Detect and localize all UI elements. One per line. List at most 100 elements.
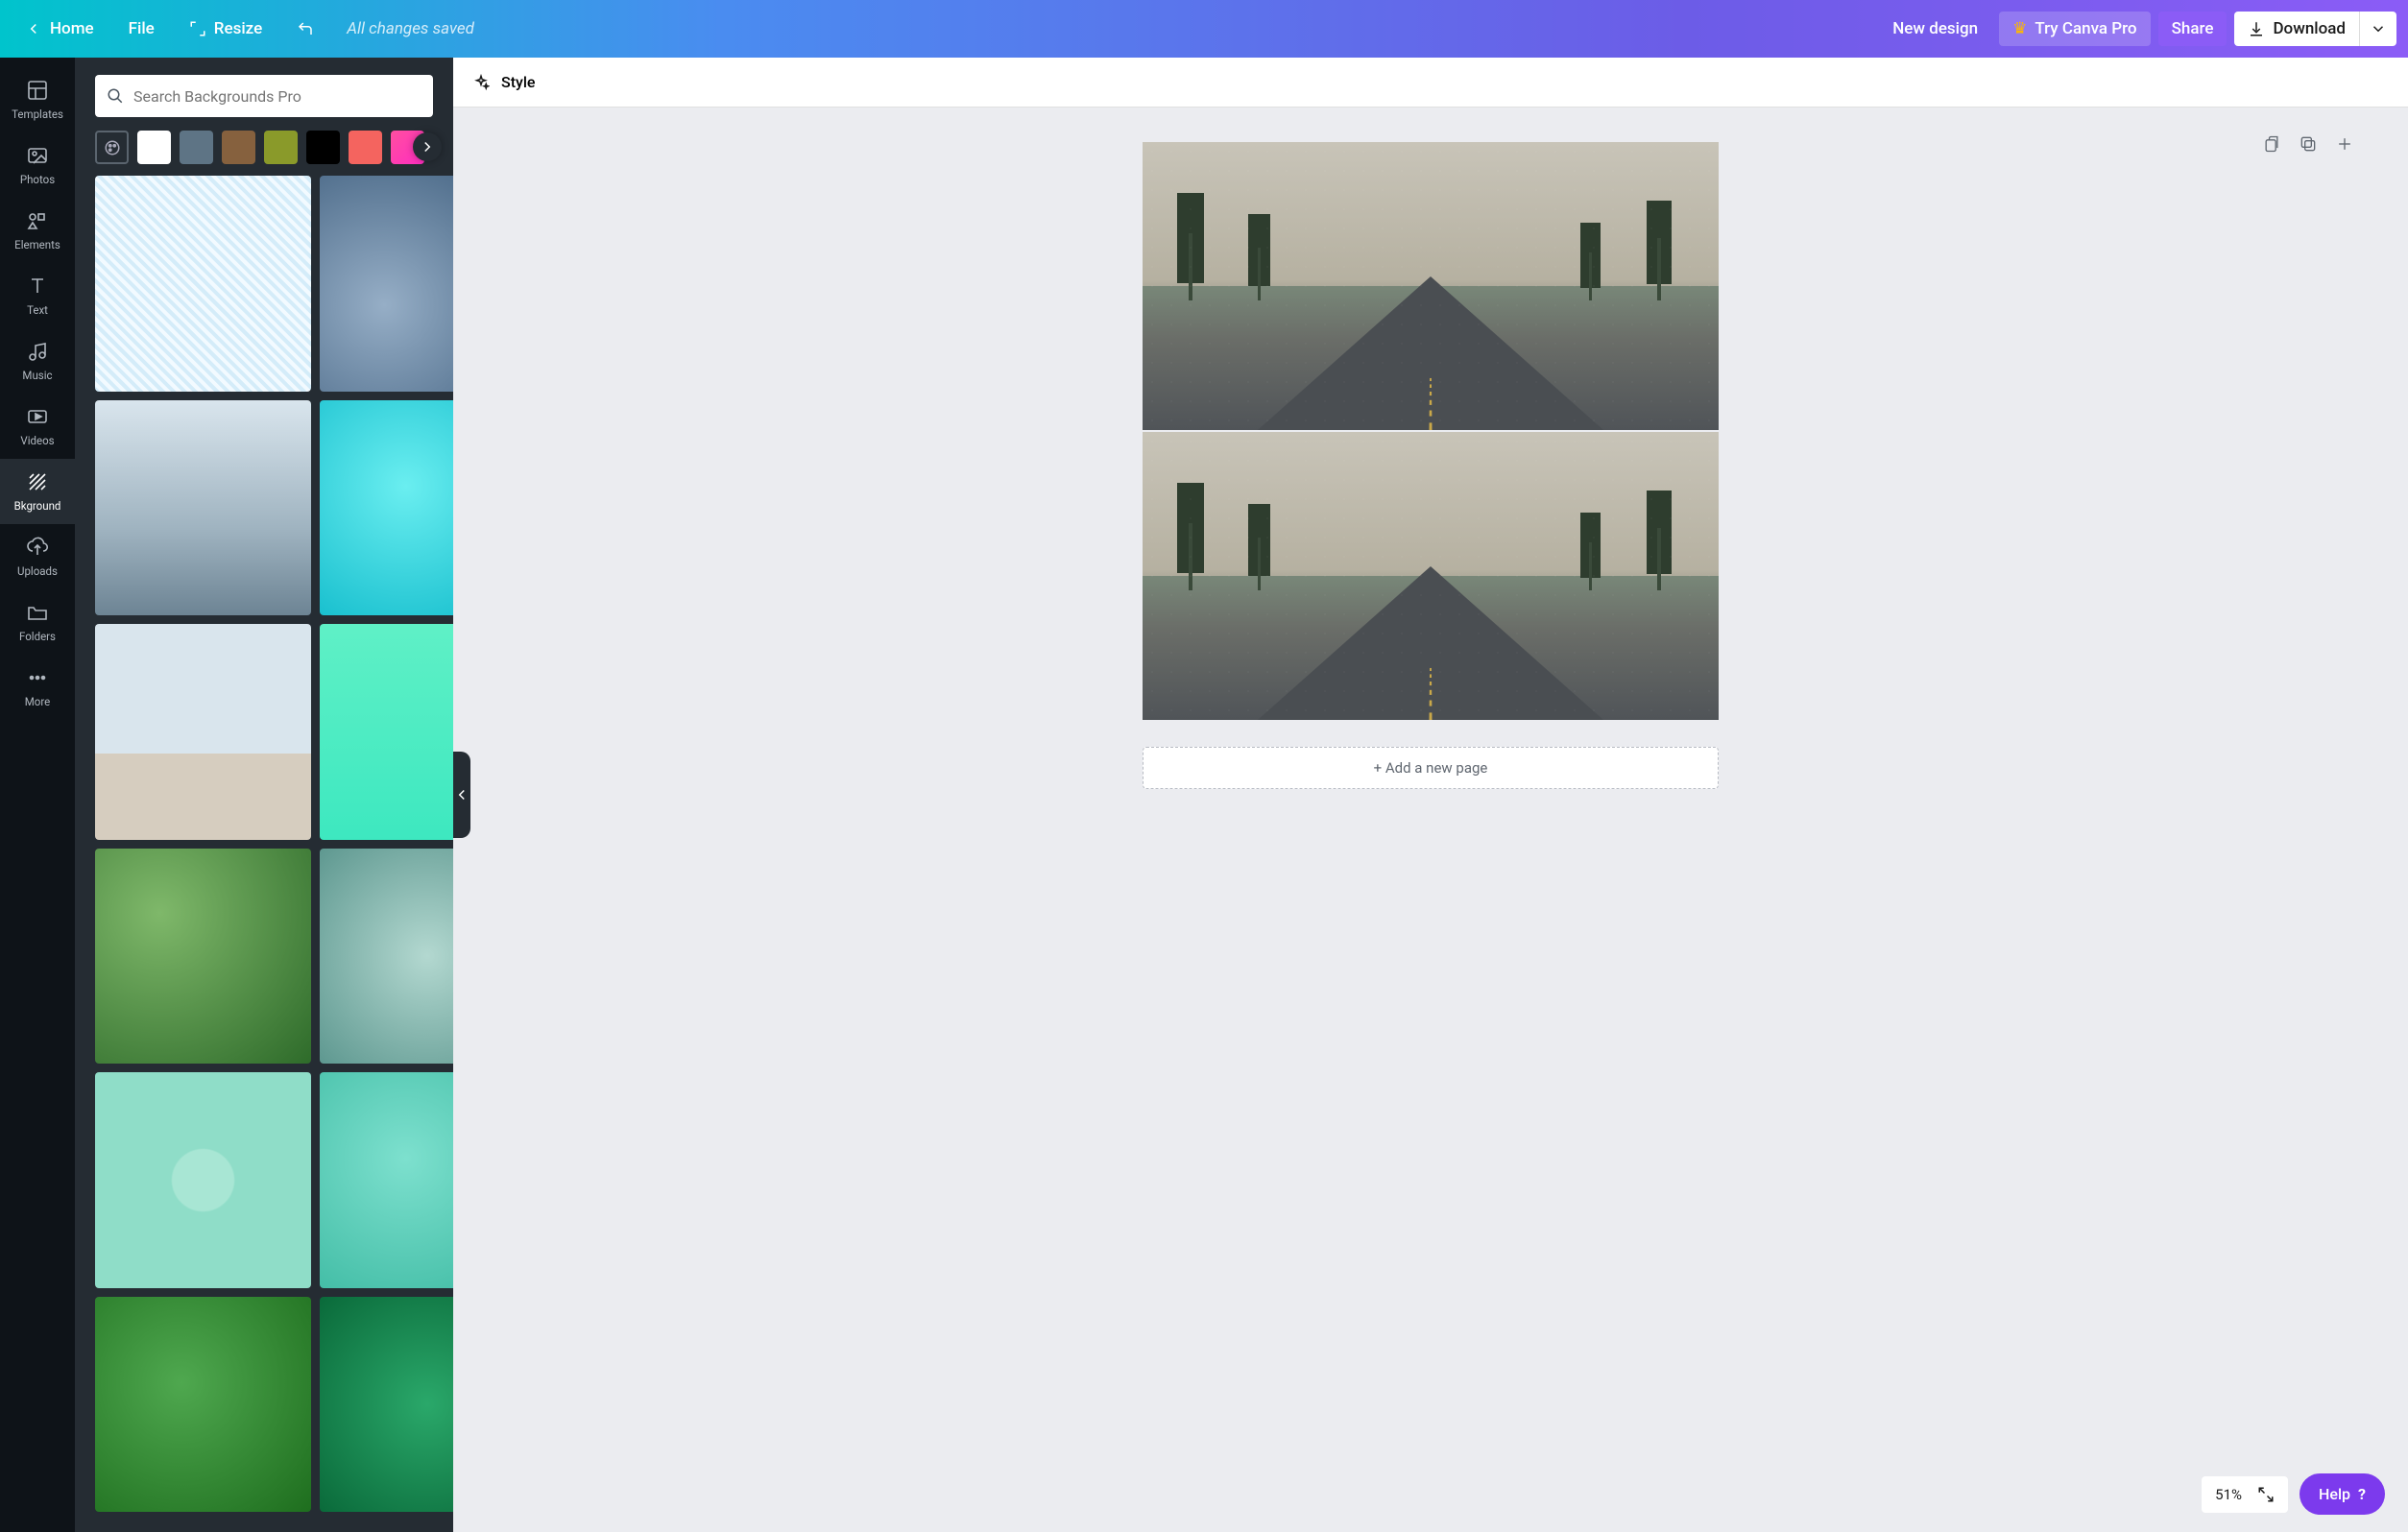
chevron-down-icon xyxy=(2370,20,2387,37)
background-thumb-beach-pale[interactable] xyxy=(95,624,311,840)
help-button[interactable]: Help ? xyxy=(2300,1473,2385,1515)
background-thumb-big-leaves[interactable] xyxy=(95,1297,311,1513)
undo-button[interactable] xyxy=(283,12,327,45)
color-swatch-olive[interactable] xyxy=(264,131,298,164)
background-thumb-clear-water[interactable] xyxy=(320,1072,454,1288)
background-thumb-pool-water[interactable] xyxy=(320,400,454,616)
question-icon: ? xyxy=(2358,1485,2366,1503)
share-button[interactable]: Share xyxy=(2158,12,2227,46)
background-thumb-misty-mountains[interactable] xyxy=(95,400,311,616)
rail-more[interactable]: More xyxy=(0,655,75,720)
file-label: File xyxy=(129,19,155,38)
home-button[interactable]: Home xyxy=(12,12,108,46)
add-page-button[interactable]: + Add a new page xyxy=(1143,747,1719,789)
color-swatch-slate[interactable] xyxy=(180,131,213,164)
crown-icon: ♛ xyxy=(2012,19,2027,38)
rail-label: Text xyxy=(27,303,48,317)
download-icon xyxy=(2248,20,2265,37)
background-thumb-rain-bokeh[interactable] xyxy=(320,176,454,392)
home-label: Home xyxy=(50,19,94,38)
background-thumb-green-leaves[interactable] xyxy=(95,849,311,1065)
background-thumb-diag-light-blue[interactable] xyxy=(95,176,311,392)
text-icon xyxy=(26,275,49,298)
download-button[interactable]: Download xyxy=(2234,12,2359,46)
rail-text[interactable]: Text xyxy=(0,263,75,328)
new-design-button[interactable]: New design xyxy=(1879,12,1991,46)
context-toolbar: Style xyxy=(453,58,2408,108)
photos-icon xyxy=(26,144,49,167)
left-rail: Templates Photos Elements Text Music Vid… xyxy=(0,58,75,1532)
share-label: Share xyxy=(2172,19,2214,38)
rail-label: Uploads xyxy=(17,564,58,578)
background-grid xyxy=(75,176,453,1532)
background-panel xyxy=(75,58,453,1532)
download-dropdown[interactable] xyxy=(2359,12,2396,46)
rail-uploads[interactable]: Uploads xyxy=(0,524,75,589)
resize-label: Resize xyxy=(214,19,262,38)
rail-label: Templates xyxy=(12,108,63,121)
zoom-control[interactable]: 51% xyxy=(2202,1476,2288,1513)
background-thumb-mint-dots[interactable] xyxy=(95,1072,311,1288)
rail-music[interactable]: Music xyxy=(0,328,75,394)
top-bar: Home File Resize All changes saved New d… xyxy=(0,0,2408,58)
rail-videos[interactable]: Videos xyxy=(0,394,75,459)
workspace: Style xyxy=(453,58,2408,1532)
try-pro-label: Try Canva Pro xyxy=(2035,19,2136,38)
save-status: All changes saved xyxy=(347,19,474,38)
search-icon xyxy=(107,87,124,105)
page-toolbar xyxy=(2262,134,2354,154)
color-swatch-palette[interactable] xyxy=(95,131,129,164)
help-label: Help xyxy=(2319,1485,2350,1503)
rail-templates[interactable]: Templates xyxy=(0,67,75,132)
style-button[interactable]: Style xyxy=(501,73,536,91)
add-page-icon[interactable] xyxy=(2335,134,2354,154)
search-input[interactable] xyxy=(133,87,421,106)
elements-icon xyxy=(26,209,49,232)
rail-label: Elements xyxy=(14,238,60,251)
color-swatch-black[interactable] xyxy=(306,131,340,164)
rail-label: Folders xyxy=(19,630,56,643)
copy-style-icon[interactable] xyxy=(2262,134,2281,154)
canvas-page-2[interactable] xyxy=(1143,432,1719,720)
canvas-page-1[interactable] xyxy=(1143,142,1719,430)
resize-button[interactable]: Resize xyxy=(176,12,276,46)
download-label: Download xyxy=(2273,19,2346,38)
color-scroll-right[interactable] xyxy=(413,132,442,161)
background-thumb-sea-foam[interactable] xyxy=(320,849,454,1065)
canvas-area[interactable]: + Add a new page 51% Help ? xyxy=(453,108,2408,1532)
more-icon xyxy=(26,666,49,689)
color-swatch-brown[interactable] xyxy=(222,131,255,164)
rail-elements[interactable]: Elements xyxy=(0,198,75,263)
background-thumb-mint-gradient[interactable] xyxy=(320,624,454,840)
resize-icon xyxy=(189,20,206,37)
background-thumb-green-jellyfish[interactable] xyxy=(320,1297,454,1513)
duplicate-page-icon[interactable] xyxy=(2299,134,2318,154)
rail-label: Bkground xyxy=(14,499,61,513)
rail-label: More xyxy=(25,695,51,708)
new-design-label: New design xyxy=(1892,19,1978,38)
music-icon xyxy=(26,340,49,363)
search-box[interactable] xyxy=(95,75,433,117)
fullscreen-icon[interactable] xyxy=(2257,1486,2275,1503)
rail-label: Photos xyxy=(20,173,55,186)
rail-background[interactable]: Bkground xyxy=(0,459,75,524)
try-pro-button[interactable]: ♛ Try Canva Pro xyxy=(1999,12,2150,46)
chevron-right-icon xyxy=(419,138,436,156)
rail-label: Videos xyxy=(20,434,54,447)
file-menu[interactable]: File xyxy=(115,12,168,46)
undo-icon xyxy=(297,20,314,37)
zoom-value: 51% xyxy=(2215,1486,2242,1503)
sparkle-icon xyxy=(472,74,490,91)
uploads-icon xyxy=(26,536,49,559)
add-page-label: + Add a new page xyxy=(1374,759,1488,777)
color-swatch-coral[interactable] xyxy=(349,131,382,164)
videos-icon xyxy=(26,405,49,428)
chevron-left-icon xyxy=(25,20,42,37)
folders-icon xyxy=(26,601,49,624)
rail-folders[interactable]: Folders xyxy=(0,589,75,655)
color-swatch-white[interactable] xyxy=(137,131,171,164)
background-icon xyxy=(26,470,49,493)
rail-photos[interactable]: Photos xyxy=(0,132,75,198)
color-filter-row xyxy=(75,127,453,176)
rail-label: Music xyxy=(22,369,52,382)
